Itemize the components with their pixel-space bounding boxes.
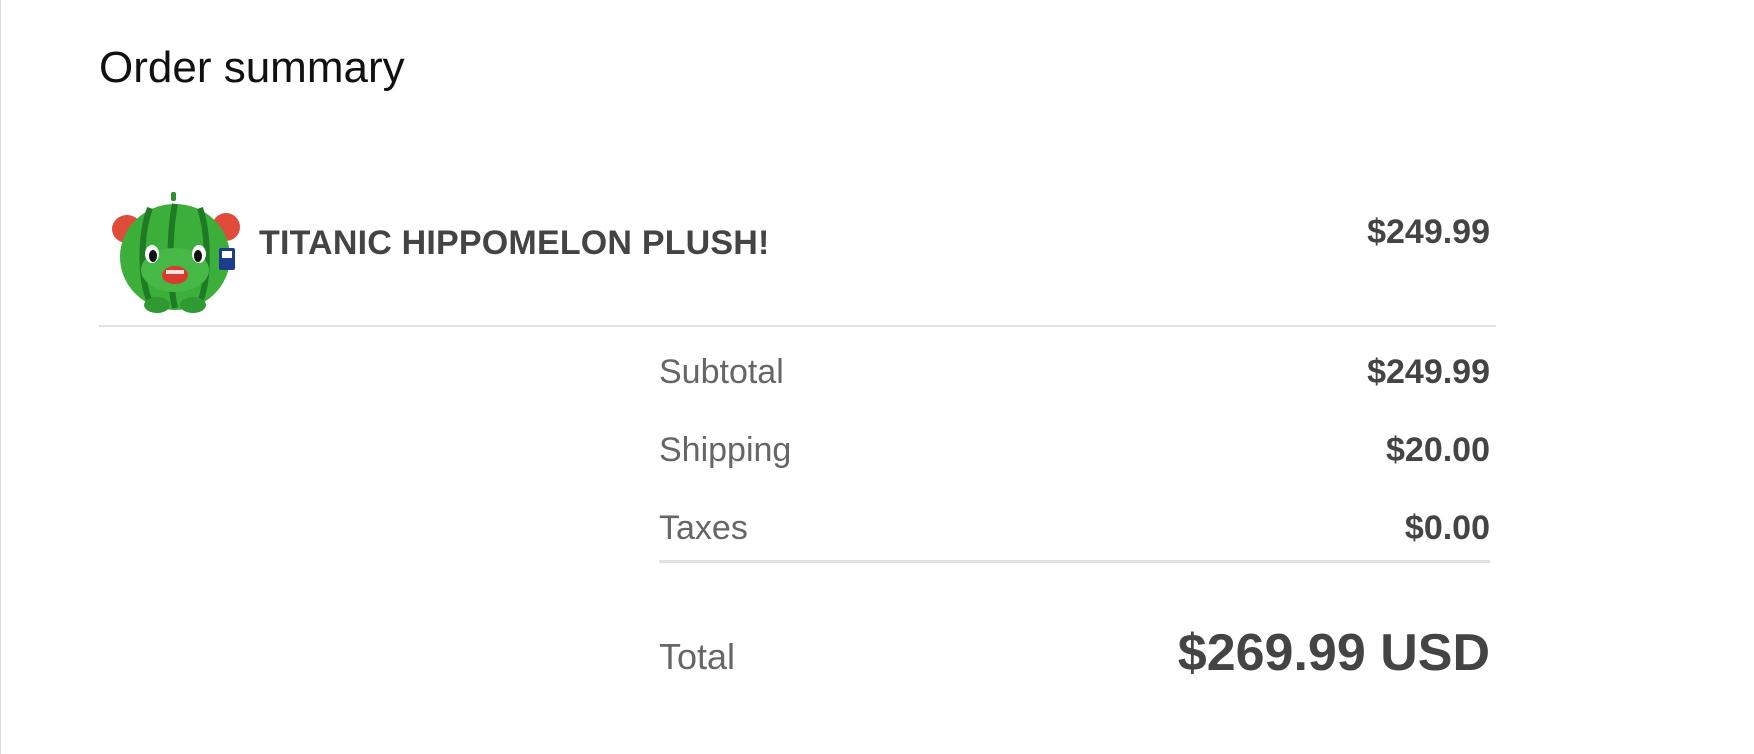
shipping-value: $20.00 bbox=[1386, 431, 1490, 469]
taxes-row: Taxes $0.00 bbox=[659, 501, 1490, 579]
summary-divider bbox=[659, 560, 1490, 563]
subtotal-row: Subtotal $249.99 bbox=[659, 345, 1490, 423]
subtotal-value: $249.99 bbox=[1367, 353, 1490, 391]
line-items-divider bbox=[99, 325, 1496, 327]
watermelon-hippo-plush-image bbox=[112, 192, 240, 313]
taxes-value: $0.00 bbox=[1404, 509, 1490, 547]
shipping-label: Shipping bbox=[659, 431, 792, 469]
panel-left-border bbox=[0, 0, 1, 754]
total-value: $269.99 USD bbox=[1177, 624, 1490, 682]
product-price: $249.99 bbox=[1367, 213, 1490, 251]
total-label: Total bbox=[659, 636, 736, 677]
product-name[interactable]: TITANIC HIPPOMELON PLUSH! bbox=[259, 220, 770, 266]
taxes-label: Taxes bbox=[659, 509, 748, 547]
line-item: TITANIC HIPPOMELON PLUSH! $249.99 bbox=[99, 190, 1496, 316]
order-summary-title: Order summary bbox=[99, 43, 405, 92]
cost-breakdown: Subtotal $249.99 Shipping $20.00 Taxes $… bbox=[659, 345, 1490, 579]
total-row: Total $269.99 USD bbox=[659, 620, 1490, 690]
product-thumbnail[interactable] bbox=[105, 190, 245, 316]
shipping-row: Shipping $20.00 bbox=[659, 423, 1490, 501]
subtotal-label: Subtotal bbox=[659, 353, 784, 391]
